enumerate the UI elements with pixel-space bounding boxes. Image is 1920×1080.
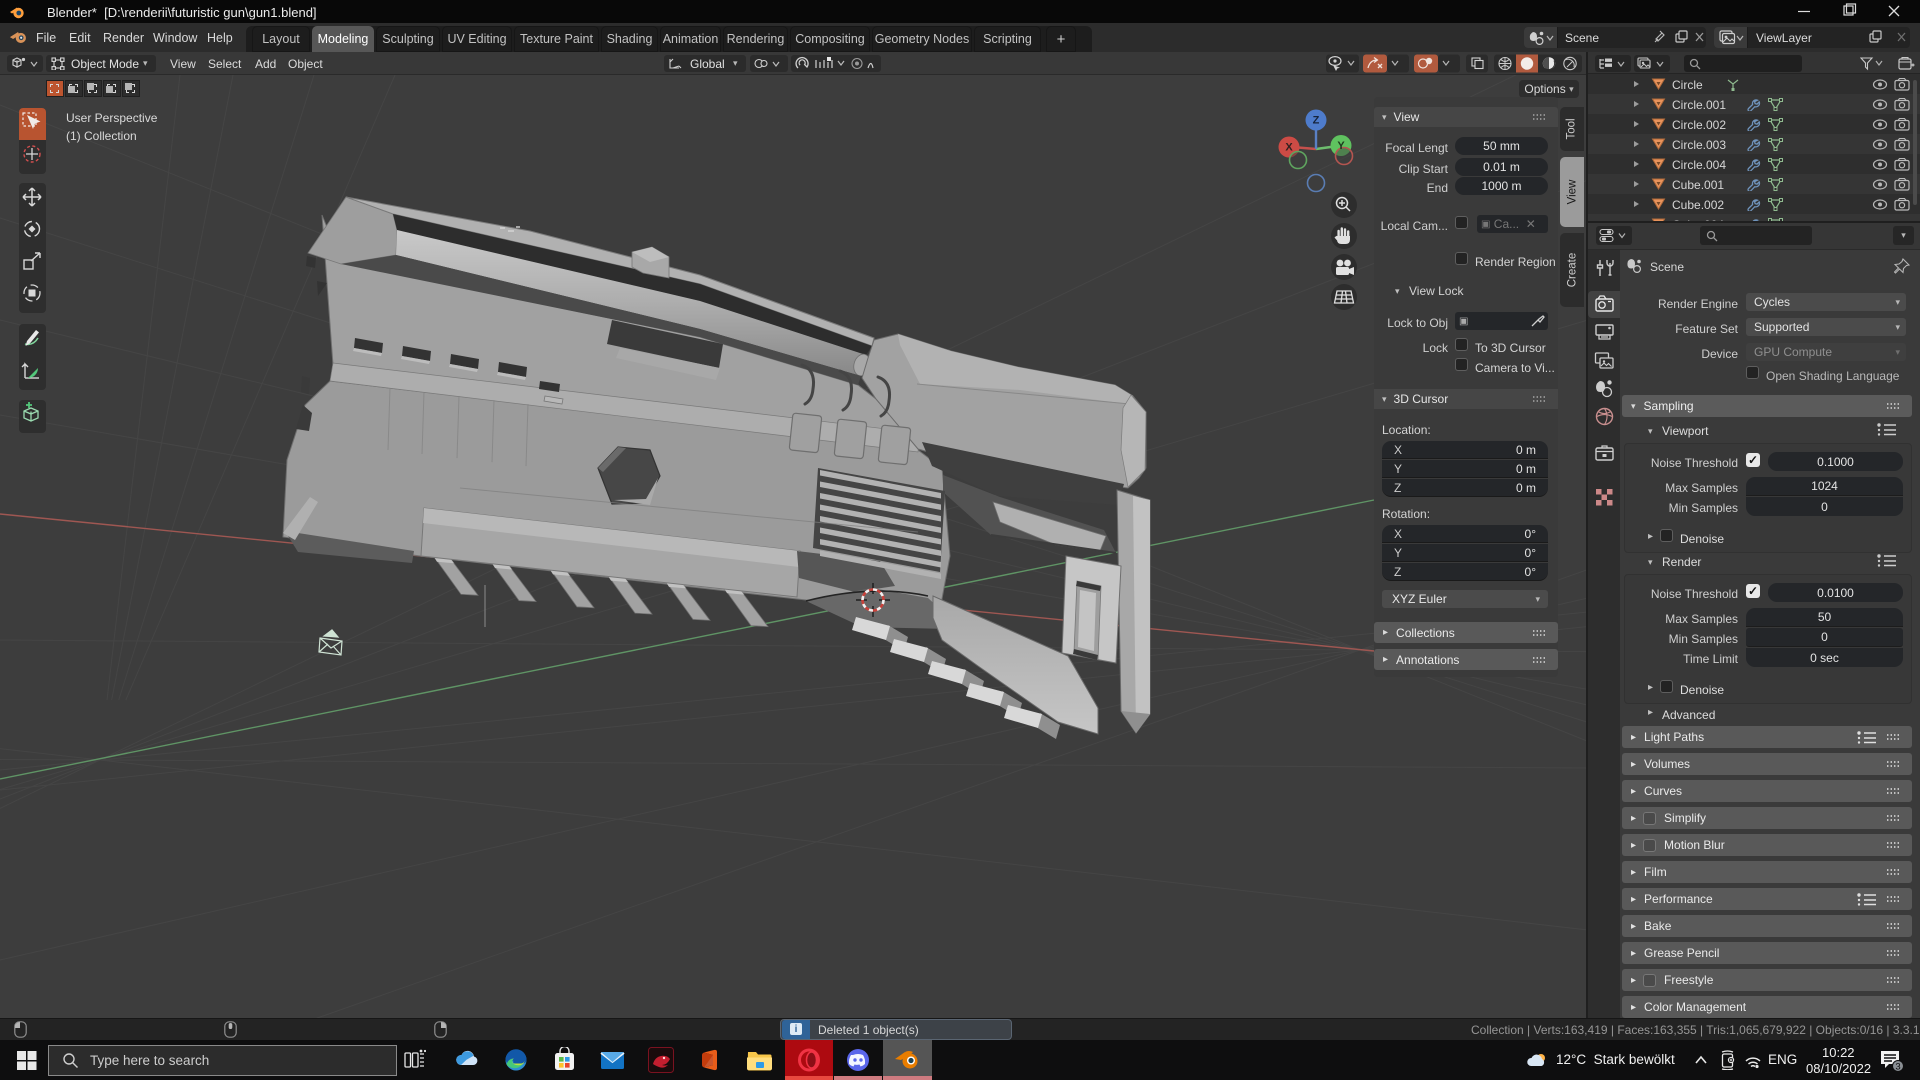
svg-text:3: 3: [1895, 1062, 1900, 1073]
svg-text:X: X: [1285, 142, 1293, 154]
svg-text:Z: Z: [1313, 115, 1320, 127]
